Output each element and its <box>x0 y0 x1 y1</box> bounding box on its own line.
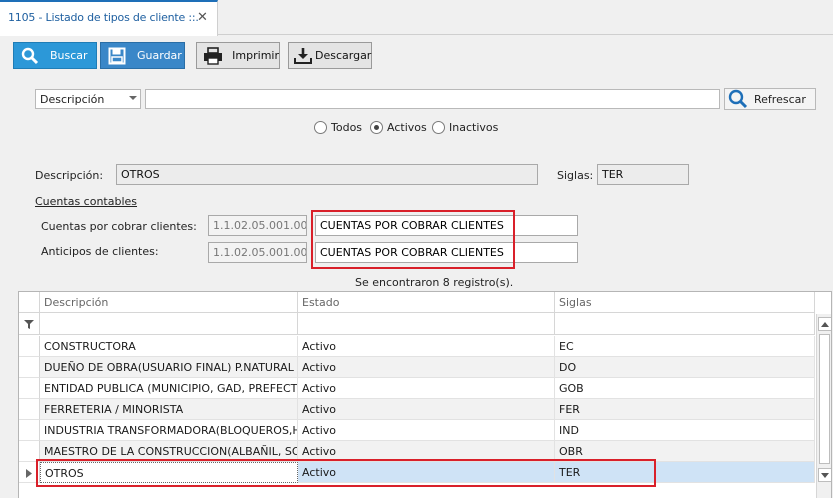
cell-descripcion: CONSTRUCTORA <box>40 336 298 357</box>
table-row[interactable]: DUEÑO DE OBRA(USUARIO FINAL) P.NATURAL O… <box>19 357 815 378</box>
cell-siglas: GOB <box>555 378 815 399</box>
cell-estado: Activo <box>298 378 555 399</box>
table-row[interactable]: FERRETERIA / MINORISTA Activo FER <box>19 399 815 420</box>
radio-todos-label: Todos <box>331 121 363 134</box>
refrescar-label: Refrescar <box>754 92 806 106</box>
radio-todos[interactable]: Todos <box>314 121 362 134</box>
cell-siglas: FER <box>555 399 815 420</box>
search-field-value: Descripción <box>40 93 105 106</box>
search-icon <box>728 89 748 109</box>
cell-estado: Activo <box>298 441 555 462</box>
buscar-button[interactable]: Buscar <box>13 42 97 69</box>
scroll-thumb[interactable] <box>819 334 830 464</box>
cell-siglas: EC <box>555 336 815 357</box>
download-icon <box>293 45 313 67</box>
cell-descripcion: INDUSTRIA TRANSFORMADORA(BLOQUEROS,HO... <box>40 420 298 441</box>
table-row[interactable]: ENTIDAD PUBLICA (MUNICIPIO, GAD, PREFECT… <box>19 378 815 399</box>
radio-inactivos-label: Inactivos <box>449 121 499 134</box>
refrescar-button[interactable]: Refrescar <box>724 88 816 110</box>
siglas-label: Siglas: <box>557 169 594 182</box>
descargar-button[interactable]: Descargar <box>288 42 372 69</box>
grid-corner <box>19 292 40 313</box>
tab-title: 1105 - Listado de tipos de cliente ::. <box>8 11 199 24</box>
imprimir-label: Imprimir <box>232 49 279 62</box>
scroll-down-icon[interactable] <box>818 468 831 482</box>
table-row[interactable]: MAESTRO DE LA CONSTRUCCION(ALBAÑIL, SOL.… <box>19 441 815 462</box>
cell-siglas: DO <box>555 357 815 378</box>
search-icon <box>18 45 42 67</box>
cell-estado: Activo <box>298 462 555 483</box>
guardar-label: Guardar <box>137 49 182 62</box>
cxc-code-field[interactable]: 1.1.02.05.001.000 <box>208 215 307 236</box>
radio-inactivos[interactable]: Inactivos <box>432 121 498 134</box>
search-input[interactable] <box>145 89 720 109</box>
buscar-label: Buscar <box>50 49 88 62</box>
tab-strip: 1105 - Listado de tipos de cliente ::. ✕ <box>0 0 833 36</box>
save-icon <box>105 45 129 67</box>
column-header-descripcion[interactable]: Descripción <box>40 292 298 313</box>
descargar-label: Descargar <box>315 49 372 62</box>
row-indicator <box>19 336 40 357</box>
vertical-scrollbar[interactable] <box>816 314 831 498</box>
current-row-icon <box>26 468 32 481</box>
cell-descripcion: DUEÑO DE OBRA(USUARIO FINAL) P.NATURAL O… <box>40 357 298 378</box>
row-indicator <box>19 399 40 420</box>
records-count: Se encontraron 8 registro(s). <box>355 276 514 289</box>
radio-circle <box>432 121 445 134</box>
tab-listado-tipos-cliente[interactable]: 1105 - Listado de tipos de cliente ::. ✕ <box>0 0 218 36</box>
filter-cell-siglas[interactable] <box>555 313 815 335</box>
guardar-button[interactable]: Guardar <box>100 42 185 69</box>
cell-estado: Activo <box>298 420 555 441</box>
radio-activos-label: Activos <box>387 121 427 134</box>
cell-descripcion: OTROS <box>40 462 298 483</box>
filter-icon <box>24 319 34 332</box>
cell-descripcion: FERRETERIA / MINORISTA <box>40 399 298 420</box>
cell-descripcion: MAESTRO DE LA CONSTRUCCION(ALBAÑIL, SOL.… <box>40 441 298 462</box>
column-header-estado[interactable]: Estado <box>298 292 555 313</box>
table-row[interactable]: CONSTRUCTORA Activo EC <box>19 336 815 357</box>
radio-activos[interactable]: Activos <box>370 121 427 134</box>
table-row[interactable]: INDUSTRIA TRANSFORMADORA(BLOQUEROS,HO...… <box>19 420 815 441</box>
row-indicator <box>19 462 40 483</box>
cell-estado: Activo <box>298 357 555 378</box>
cell-descripcion: ENTIDAD PUBLICA (MUNICIPIO, GAD, PREFECT… <box>40 378 298 399</box>
column-header-siglas[interactable]: Siglas <box>555 292 815 313</box>
cell-estado: Activo <box>298 399 555 420</box>
scroll-up-icon[interactable] <box>818 317 831 331</box>
descripcion-label: Descripción: <box>35 169 104 182</box>
cuentas-contables-heading: Cuentas contables <box>35 195 138 208</box>
chevron-down-icon <box>129 96 137 100</box>
row-indicator <box>19 420 40 441</box>
printer-icon <box>201 45 224 67</box>
cell-siglas: TER <box>555 462 815 483</box>
results-grid: Descripción Estado Siglas CONSTRUCTORA A… <box>18 291 832 498</box>
filter-cell-estado[interactable] <box>298 313 555 335</box>
search-field-select[interactable]: Descripción <box>35 89 141 109</box>
row-indicator <box>19 357 40 378</box>
siglas-field[interactable]: TER <box>597 164 689 185</box>
table-row-selected[interactable]: OTROS Activo TER <box>19 462 815 483</box>
cell-estado: Activo <box>298 336 555 357</box>
anticipos-account-field[interactable]: CUENTAS POR COBRAR CLIENTES <box>315 242 578 263</box>
descripcion-field[interactable]: OTROS <box>116 164 538 185</box>
row-indicator <box>19 441 40 462</box>
cell-siglas: IND <box>555 420 815 441</box>
radio-circle <box>314 121 327 134</box>
anticipos-code-field[interactable]: 1.1.02.05.001.000 <box>208 242 307 263</box>
anticipos-label: Anticipos de clientes: <box>41 245 159 258</box>
filter-row-indicator <box>19 313 40 335</box>
radio-circle-selected <box>370 121 383 134</box>
close-icon[interactable]: ✕ <box>197 10 208 25</box>
cxc-account-field[interactable]: CUENTAS POR COBRAR CLIENTES <box>315 215 578 236</box>
cell-siglas: OBR <box>555 441 815 462</box>
row-indicator <box>19 378 40 399</box>
filter-cell-descripcion[interactable] <box>40 313 298 335</box>
imprimir-button[interactable]: Imprimir <box>196 42 280 69</box>
cxc-label: Cuentas por cobrar clientes: <box>41 220 197 233</box>
